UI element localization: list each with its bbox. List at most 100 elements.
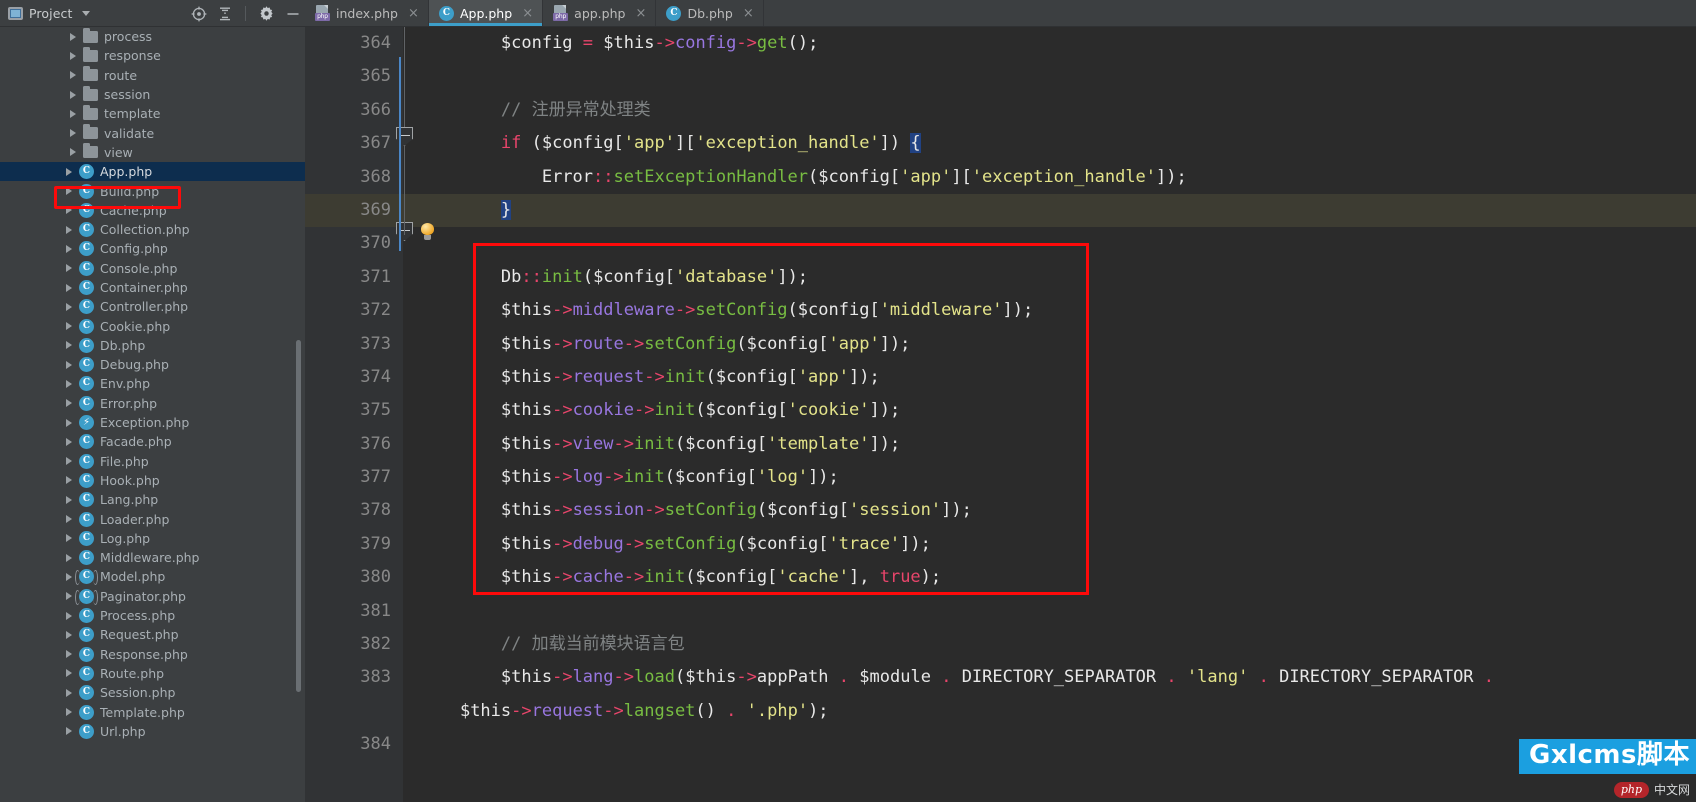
tree-file-lang-php[interactable]: C Lang.php xyxy=(0,490,305,509)
expand-arrow-icon[interactable] xyxy=(66,476,72,485)
tree-file-build-php[interactable]: C Build.php xyxy=(0,181,305,200)
code-line-370[interactable] xyxy=(403,227,1696,260)
tree-file-container-php[interactable]: C Container.php xyxy=(0,278,305,297)
tree-file-app-php[interactable]: C App.php xyxy=(0,162,305,182)
expand-arrow-icon[interactable] xyxy=(66,437,72,446)
expand-arrow-icon[interactable] xyxy=(66,688,72,697)
close-icon[interactable]: × xyxy=(522,7,533,20)
line-number-365[interactable]: 365 xyxy=(305,60,403,93)
expand-arrow-icon[interactable] xyxy=(66,379,72,388)
line-number-378[interactable]: 378 xyxy=(305,494,403,527)
expand-arrow-icon[interactable] xyxy=(66,650,72,659)
tree-file-log-php[interactable]: C Log.php xyxy=(0,529,305,548)
expand-arrow-icon[interactable] xyxy=(66,399,72,408)
line-number-367[interactable]: 367 xyxy=(305,127,403,160)
tab-index-php[interactable]: php index.php × xyxy=(305,0,429,26)
line-number-380[interactable]: 380 xyxy=(305,561,403,594)
tree-file-controller-php[interactable]: C Controller.php xyxy=(0,297,305,316)
expand-arrow-icon[interactable] xyxy=(66,264,72,273)
code-line-376[interactable]: $this->view->init($config['template']); xyxy=(403,428,1696,461)
tree-file-cookie-php[interactable]: C Cookie.php xyxy=(0,316,305,335)
expand-arrow-icon[interactable] xyxy=(70,32,76,41)
tree-file-request-php[interactable]: C Request.php xyxy=(0,625,305,644)
tree-file-route-php[interactable]: C Route.php xyxy=(0,664,305,683)
expand-arrow-icon[interactable] xyxy=(66,322,72,331)
expand-arrow-icon[interactable] xyxy=(66,669,72,678)
tree-folder-route[interactable]: route xyxy=(0,66,305,85)
tab-app-lower-php[interactable]: php app.php × xyxy=(543,0,657,26)
tree-file-loader-php[interactable]: C Loader.php xyxy=(0,509,305,528)
tree-file-console-php[interactable]: C Console.php xyxy=(0,259,305,278)
code-line-378[interactable]: $this->session->setConfig($config['sessi… xyxy=(403,494,1696,527)
expand-arrow-icon[interactable] xyxy=(66,225,72,234)
tree-file-env-php[interactable]: C Env.php xyxy=(0,374,305,393)
tree-file-file-php[interactable]: C File.php xyxy=(0,452,305,471)
expand-arrow-icon[interactable] xyxy=(66,534,72,543)
line-number-377[interactable]: 377 xyxy=(305,461,403,494)
line-number-375[interactable]: 375 xyxy=(305,394,403,427)
tree-file-session-php[interactable]: C Session.php xyxy=(0,683,305,702)
intention-bulb-icon[interactable] xyxy=(420,223,435,240)
tree-file-error-php[interactable]: C Error.php xyxy=(0,394,305,413)
tree-file-model-php[interactable]: C Model.php xyxy=(0,567,305,586)
expand-arrow-icon[interactable] xyxy=(66,341,72,350)
line-number-gutter[interactable]: 364 365 366 367 368 369 370 371 372 373 374 375 376 3… xyxy=(305,27,403,802)
line-number-376[interactable]: 376 xyxy=(305,428,403,461)
expand-arrow-icon[interactable] xyxy=(66,572,72,581)
code-line-371[interactable]: Db::init($config['database']); xyxy=(403,261,1696,294)
line-number-383[interactable]: 383 xyxy=(305,661,403,694)
expand-arrow-icon[interactable] xyxy=(66,630,72,639)
expand-arrow-icon[interactable] xyxy=(70,148,76,157)
code-line-367[interactable]: if ($config['app']['exception_handle']) … xyxy=(403,127,1696,160)
code-line-368[interactable]: Error::setExceptionHandler($config['app'… xyxy=(403,161,1696,194)
tree-file-process-php[interactable]: C Process.php xyxy=(0,606,305,625)
code-line-372[interactable]: $this->middleware->setConfig($config['mi… xyxy=(403,294,1696,327)
code-line-wrapped[interactable]: $this->request->langset() . '.php'); xyxy=(403,695,1696,728)
chevron-down-icon[interactable] xyxy=(82,10,91,16)
line-number-374[interactable]: 374 xyxy=(305,361,403,394)
code-content[interactable]: $config = $this->config->get(); // 注册异常处… xyxy=(403,27,1696,802)
tree-file-response-php[interactable]: C Response.php xyxy=(0,645,305,664)
expand-arrow-icon[interactable] xyxy=(66,167,72,176)
code-line-373[interactable]: $this->route->setConfig($config['app']); xyxy=(403,328,1696,361)
expand-arrow-icon[interactable] xyxy=(70,71,76,80)
code-line-377[interactable]: $this->log->init($config['log']); xyxy=(403,461,1696,494)
code-line-383[interactable]: $this->lang->load($this->appPath . $modu… xyxy=(403,661,1696,694)
line-number-373[interactable]: 373 xyxy=(305,328,403,361)
tree-file-collection-php[interactable]: C Collection.php xyxy=(0,220,305,239)
locate-icon[interactable] xyxy=(190,5,207,22)
tree-folder-template[interactable]: template xyxy=(0,104,305,123)
expand-arrow-icon[interactable] xyxy=(70,90,76,99)
code-line-379[interactable]: $this->debug->setConfig($config['trace']… xyxy=(403,528,1696,561)
code-line-384[interactable] xyxy=(403,728,1696,761)
code-line-375[interactable]: $this->cookie->init($config['cookie']); xyxy=(403,394,1696,427)
tree-file-paginator-php[interactable]: C Paginator.php xyxy=(0,587,305,606)
code-line-380[interactable]: $this->cache->init($config['cache'], tru… xyxy=(403,561,1696,594)
code-line-365[interactable] xyxy=(403,60,1696,93)
tree-file-exception-php[interactable]: Exception.php xyxy=(0,413,305,432)
tree-file-cache-php[interactable]: C Cache.php xyxy=(0,201,305,220)
expand-arrow-icon[interactable] xyxy=(66,515,72,524)
tree-folder-view[interactable]: view xyxy=(0,143,305,162)
line-number-wrapped[interactable] xyxy=(305,695,403,728)
tree-file-template-php[interactable]: C Template.php xyxy=(0,702,305,721)
tree-file-url-php[interactable]: C Url.php xyxy=(0,722,305,741)
expand-arrow-icon[interactable] xyxy=(70,51,76,60)
code-line-381[interactable] xyxy=(403,595,1696,628)
tree-folder-session[interactable]: session xyxy=(0,85,305,104)
line-number-384[interactable]: 384 xyxy=(305,728,403,761)
line-number-371[interactable]: 371 xyxy=(305,261,403,294)
line-number-364[interactable]: 364 xyxy=(305,27,403,60)
line-number-369[interactable]: 369 xyxy=(305,193,403,228)
line-number-381[interactable]: 381 xyxy=(305,595,403,628)
expand-arrow-icon[interactable] xyxy=(66,418,72,427)
tab-db-php[interactable]: C Db.php × xyxy=(656,0,764,26)
expand-arrow-icon[interactable] xyxy=(70,109,76,118)
close-icon[interactable]: × xyxy=(743,7,754,20)
code-line-366[interactable]: // 注册异常处理类 xyxy=(403,94,1696,127)
expand-arrow-icon[interactable] xyxy=(70,129,76,138)
expand-arrow-icon[interactable] xyxy=(66,187,72,196)
expand-arrow-icon[interactable] xyxy=(66,727,72,736)
code-line-369[interactable]: } xyxy=(403,193,1696,228)
expand-arrow-icon[interactable] xyxy=(66,302,72,311)
